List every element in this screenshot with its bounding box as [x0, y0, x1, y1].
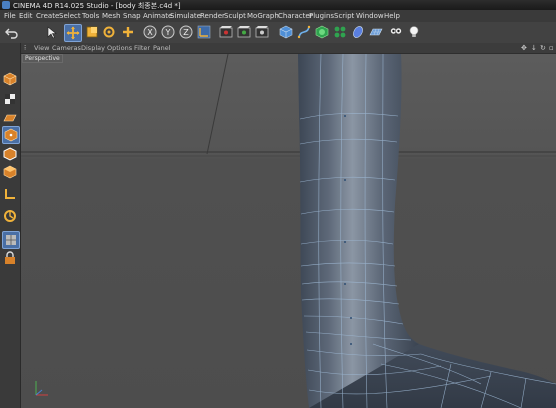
polygons-mode-icon[interactable]: [2, 164, 18, 180]
menu-window[interactable]: Window: [356, 12, 384, 20]
edges-mode-icon[interactable]: [2, 146, 18, 162]
menu-sculpt[interactable]: Sculpt: [224, 12, 246, 20]
menu-plugins[interactable]: Plugins: [309, 12, 334, 20]
move-icon[interactable]: [64, 24, 82, 42]
mode-sidebar: [0, 43, 21, 408]
x-axis-lock-icon[interactable]: X: [142, 24, 158, 40]
title-bar: CINEMA 4D R14.025 Studio - [body 최종본.c4d…: [0, 0, 556, 10]
lock-workplane-icon[interactable]: [2, 250, 18, 266]
menu-script[interactable]: Script: [334, 12, 354, 20]
viewport-canvas: [21, 54, 556, 408]
svg-text:X: X: [147, 28, 153, 37]
rotate-icon[interactable]: [101, 24, 117, 40]
render-view-icon[interactable]: [218, 24, 234, 40]
menu-file[interactable]: File: [4, 12, 16, 20]
orbit-icon[interactable]: ↻: [540, 44, 546, 52]
viewport-menu-bar: ⁝ View Cameras Display Options Filter Pa…: [21, 43, 556, 54]
viewport-grip-icon: ⁝: [24, 44, 27, 52]
subdivision-icon[interactable]: [314, 24, 330, 40]
model-mode-icon[interactable]: [2, 71, 18, 87]
scale-icon[interactable]: [84, 24, 100, 40]
light-icon[interactable]: [406, 24, 422, 40]
points-mode-icon[interactable]: [2, 126, 20, 144]
menu-render[interactable]: Render: [200, 12, 225, 20]
perspective-viewport[interactable]: Perspective: [21, 54, 556, 408]
menu-create[interactable]: Create: [36, 12, 59, 20]
main-toolbar: X Y Z: [0, 22, 556, 44]
menu-select[interactable]: Select: [59, 12, 81, 20]
texture-mode-icon[interactable]: [2, 91, 18, 107]
menu-character[interactable]: Character: [278, 12, 313, 20]
menu-edit[interactable]: Edit: [19, 12, 33, 20]
snapping-icon[interactable]: [2, 231, 20, 249]
array-icon[interactable]: [332, 24, 348, 40]
world-axis-gizmo: [35, 381, 48, 396]
menu-simulate[interactable]: Simulate: [170, 12, 201, 20]
tweak-mode-icon[interactable]: [2, 208, 18, 224]
menu-tools[interactable]: Tools: [82, 12, 99, 20]
grid-diagonal-line: [206, 54, 229, 155]
workplane-mode-icon[interactable]: [2, 110, 18, 126]
y-axis-lock-icon[interactable]: Y: [160, 24, 176, 40]
menu-help[interactable]: Help: [384, 12, 400, 20]
menu-mesh[interactable]: Mesh: [102, 12, 120, 20]
menu-animate[interactable]: Animate: [143, 12, 172, 20]
live-selection-icon[interactable]: [44, 24, 60, 40]
pan-icon[interactable]: ✥: [521, 44, 527, 52]
menu-mograph[interactable]: MoGraph: [247, 12, 279, 20]
add-object-icon[interactable]: [120, 24, 136, 40]
viewport-menu-cameras[interactable]: Cameras: [52, 44, 81, 52]
viewport-menu-display[interactable]: Display: [81, 44, 105, 52]
dolly-icon[interactable]: ↓: [531, 44, 537, 52]
z-axis-lock-icon[interactable]: Z: [178, 24, 194, 40]
svg-text:Z: Z: [183, 28, 189, 37]
viewport-menu-options[interactable]: Options: [107, 44, 132, 52]
camera-icon[interactable]: [388, 24, 404, 40]
floor-icon[interactable]: [368, 24, 384, 40]
edit-render-settings-icon[interactable]: [254, 24, 270, 40]
cinema4d-app-icon: [2, 1, 10, 9]
viewport-menu-filter[interactable]: Filter: [134, 44, 150, 52]
pen-icon[interactable]: [296, 24, 312, 40]
viewport-menu-panel[interactable]: Panel: [153, 44, 171, 52]
axis-mode-icon[interactable]: [2, 186, 18, 202]
maximize-view-icon[interactable]: ▫: [549, 44, 554, 52]
svg-text:Y: Y: [165, 28, 171, 37]
cube-icon[interactable]: [278, 24, 294, 40]
menu-snap[interactable]: Snap: [123, 12, 141, 20]
render-to-picture-viewer-icon[interactable]: [236, 24, 252, 40]
deformer-icon[interactable]: [350, 24, 366, 40]
coordinate-system-icon[interactable]: [196, 24, 212, 40]
undo-icon[interactable]: [4, 24, 20, 40]
viewport-menu-view[interactable]: View: [34, 44, 49, 52]
viewport-camera-label[interactable]: Perspective: [22, 54, 63, 63]
